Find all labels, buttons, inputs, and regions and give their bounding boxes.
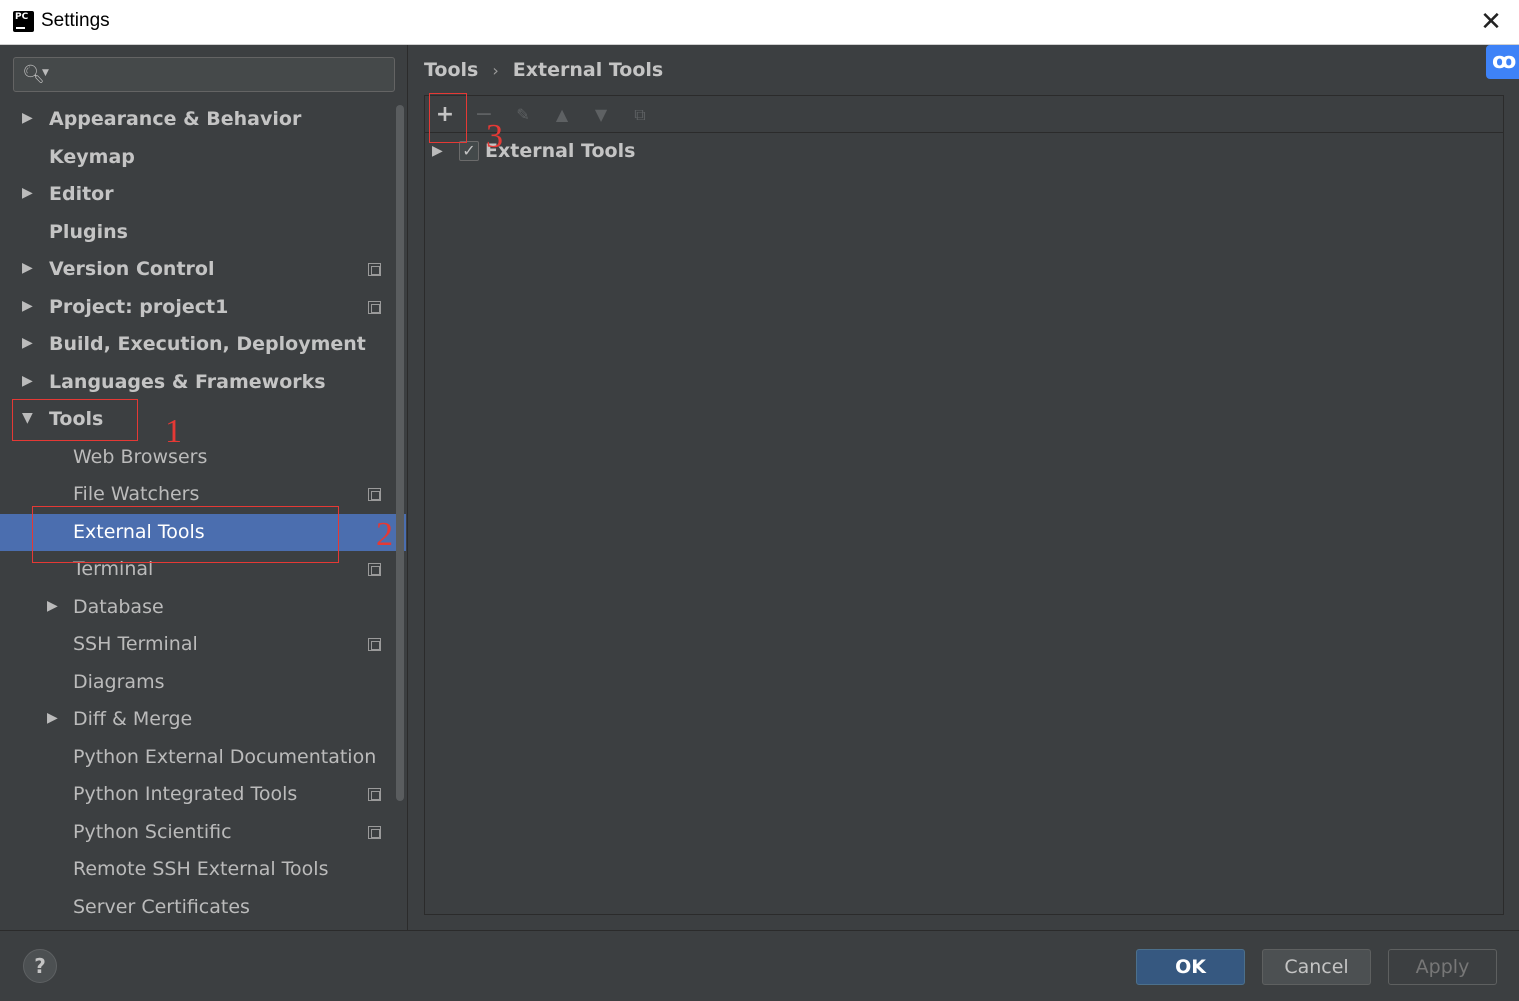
sidebar-item-label: Python Integrated Tools	[73, 783, 298, 805]
annotation-number-3: 3	[486, 118, 503, 155]
annotation-number-1: 1	[165, 413, 182, 450]
sidebar-item-python-integrated-tools[interactable]: Python Integrated Tools	[0, 776, 406, 813]
sidebar-item-appearance-behavior[interactable]: ▶ Appearance & Behavior	[0, 101, 406, 138]
sidebar-item-keymap[interactable]: Keymap	[0, 139, 406, 176]
help-button[interactable]: ?	[23, 949, 57, 983]
pycharm-icon: PC	[13, 11, 34, 32]
expand-arrow-icon[interactable]: ▶	[22, 260, 33, 276]
annotation-box-external-tools	[32, 506, 339, 563]
sidebar-item-version-control[interactable]: ▶ Version Control	[0, 251, 406, 288]
project-level-icon	[368, 563, 381, 576]
project-level-icon	[368, 488, 381, 501]
sidebar-item-build-execution-deployment[interactable]: ▶ Build, Execution, Deployment	[0, 326, 406, 363]
project-level-icon	[368, 638, 381, 651]
move-up-button[interactable]: ▲	[547, 100, 577, 130]
edit-tool-button[interactable]: ✎	[508, 100, 538, 130]
sidebar-item-label: Languages & Frameworks	[49, 371, 326, 393]
expand-arrow-icon[interactable]: ▶	[47, 598, 58, 614]
sidebar-item-label: Web Browsers	[73, 446, 208, 468]
project-level-icon	[368, 301, 381, 314]
search-input[interactable]: 🔍︎ ▼	[13, 57, 395, 92]
breadcrumb-separator: ›	[492, 61, 499, 80]
settings-content: Tools › External Tools ꝏ + − ✎ ▲ ▼ ⧉ ▶ ✓ E…	[409, 45, 1519, 930]
breadcrumb: Tools › External Tools	[424, 59, 663, 81]
close-icon[interactable]: ✕	[1477, 8, 1505, 36]
sidebar-item-diff-merge[interactable]: ▶ Diff & Merge	[0, 701, 406, 738]
sidebar-item-label: Diagrams	[73, 671, 165, 693]
sidebar-item-plugins[interactable]: Plugins	[0, 214, 406, 251]
floating-widget-icon[interactable]: ꝏ	[1486, 45, 1519, 79]
sidebar-item-server-certificates[interactable]: Server Certificates	[0, 889, 406, 926]
project-level-icon	[368, 788, 381, 801]
expand-arrow-icon[interactable]: ▶	[22, 298, 33, 314]
sidebar-scrollbar[interactable]	[396, 105, 404, 801]
project-level-icon	[368, 826, 381, 839]
move-down-button[interactable]: ▼	[586, 100, 616, 130]
sidebar-item-web-browsers[interactable]: Web Browsers	[0, 439, 406, 476]
sidebar-item-python-scientific[interactable]: Python Scientific	[0, 814, 406, 851]
sidebar-item-label: Project: project1	[49, 296, 229, 318]
sidebar-item-database[interactable]: ▶ Database	[0, 589, 406, 626]
breadcrumb-current: External Tools	[512, 59, 664, 81]
sidebar-item-ssh-terminal[interactable]: SSH Terminal	[0, 626, 406, 663]
sidebar-item-label: SSH Terminal	[73, 633, 198, 655]
apply-button[interactable]: Apply	[1388, 949, 1497, 985]
sidebar-item-remote-ssh-external-tools[interactable]: Remote SSH External Tools	[0, 851, 406, 888]
ok-button[interactable]: OK	[1136, 949, 1245, 985]
sidebar-item-label: Version Control	[49, 258, 215, 280]
sidebar-item-label: Server Certificates	[73, 896, 250, 918]
sidebar-item-label: Diff & Merge	[73, 708, 193, 730]
breadcrumb-parent[interactable]: Tools	[424, 59, 478, 81]
sidebar-item-editor[interactable]: ▶ Editor	[0, 176, 406, 213]
chevron-down-icon: ▼	[42, 68, 49, 78]
expand-arrow-icon[interactable]: ▶	[22, 185, 33, 201]
dialog-button-bar: ? OK Cancel Apply	[0, 930, 1519, 1001]
tool-group-checkbox[interactable]: ✓	[459, 141, 479, 161]
expand-arrow-icon[interactable]: ▶	[22, 335, 33, 351]
tool-group-label: External Tools	[485, 140, 636, 162]
copy-tool-button[interactable]: ⧉	[625, 100, 655, 130]
tool-group-row[interactable]: ▶ ✓ External Tools	[425, 139, 825, 165]
sidebar-item-label: Build, Execution, Deployment	[49, 333, 366, 355]
annotation-box-add	[429, 93, 467, 143]
title-bar: PC Settings ✕	[0, 0, 1519, 45]
sidebar-item-languages-frameworks[interactable]: ▶ Languages & Frameworks	[0, 364, 406, 401]
external-tools-panel: + − ✎ ▲ ▼ ⧉ ▶ ✓ External Tools	[424, 95, 1504, 915]
tools-toolbar: + − ✎ ▲ ▼ ⧉	[425, 96, 1503, 133]
cancel-button[interactable]: Cancel	[1262, 949, 1371, 985]
sidebar-item-label: Plugins	[49, 221, 128, 243]
expand-arrow-icon[interactable]: ▶	[432, 143, 443, 159]
sidebar-item-label: Keymap	[49, 146, 135, 168]
sidebar-item-label: Database	[73, 596, 164, 618]
sidebar-item-project-project1[interactable]: ▶ Project: project1	[0, 289, 406, 326]
sidebar-item-label: Python External Documentation	[73, 746, 377, 768]
annotation-number-2: 2	[376, 516, 393, 553]
sidebar-item-label: Python Scientific	[73, 821, 232, 843]
sidebar-item-label: Remote SSH External Tools	[73, 858, 329, 880]
tools-list: ▶ ✓ External Tools	[425, 133, 1503, 914]
sidebar-item-label: File Watchers	[73, 483, 200, 505]
expand-arrow-icon[interactable]: ▶	[47, 710, 58, 726]
window-title: Settings	[41, 10, 110, 31]
sidebar-item-label: Appearance & Behavior	[49, 108, 302, 130]
sidebar-item-python-external-documentation[interactable]: Python External Documentation	[0, 739, 406, 776]
sidebar-item-diagrams[interactable]: Diagrams	[0, 664, 406, 701]
sidebar-item-label: Editor	[49, 183, 114, 205]
expand-arrow-icon[interactable]: ▶	[22, 373, 33, 389]
annotation-box-tools	[12, 399, 138, 441]
expand-arrow-icon[interactable]: ▶	[22, 110, 33, 126]
settings-sidebar: 🔍︎ ▼ ▶ Appearance & Behavior Keymap ▶ Editor…	[0, 45, 408, 930]
project-level-icon	[368, 263, 381, 276]
